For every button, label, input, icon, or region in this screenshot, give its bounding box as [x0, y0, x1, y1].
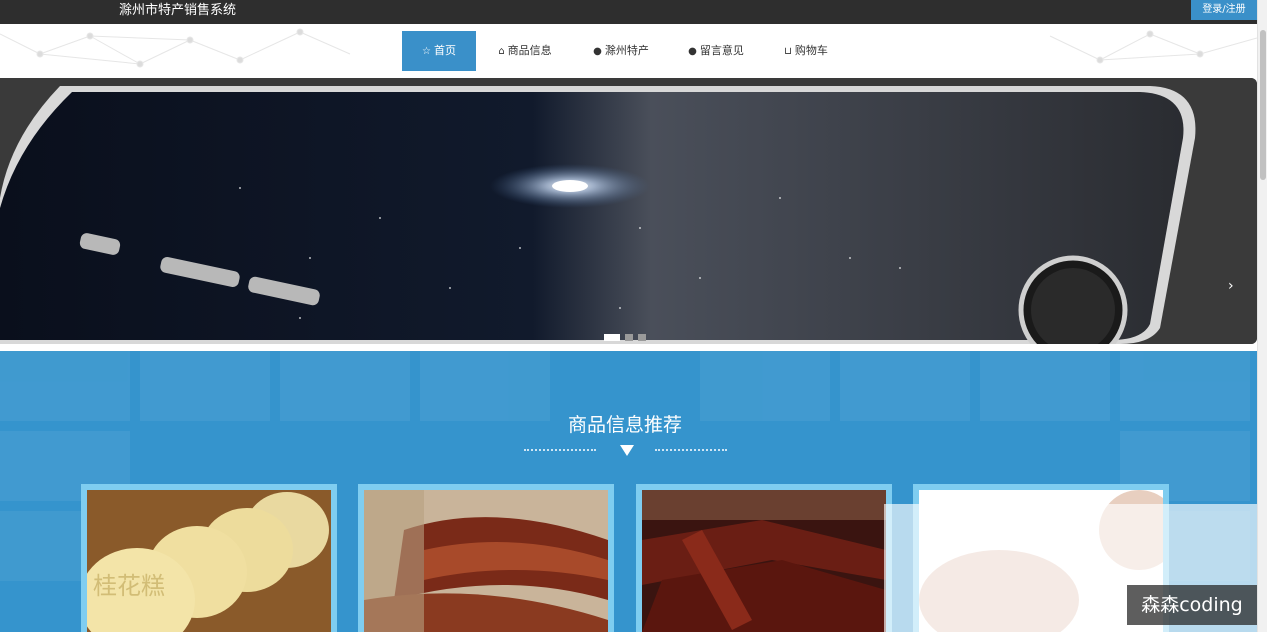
main-nav: ☆ 首页 ⌂ 商品信息 ● 滁州特产 ● 留言意见 ⊔ 购物车 — [0, 24, 1257, 78]
bag-icon: ⌂ — [498, 46, 505, 57]
product-image-dried-beef — [642, 490, 886, 632]
watermark: 森森coding — [1127, 585, 1257, 625]
carousel-dot-1[interactable] — [604, 334, 620, 341]
svg-text:桂花糕: 桂花糕 — [93, 572, 165, 600]
chevron-down-icon — [620, 445, 634, 456]
site-title: 滁州市特产销售系统 — [119, 3, 237, 18]
carousel-dot-2[interactable] — [625, 334, 633, 341]
scrollbar-thumb[interactable] — [1260, 30, 1266, 180]
product-image-osmanthus-cake: 桂花糕 — [87, 490, 331, 632]
star-icon: ☆ — [422, 46, 431, 57]
top-bar: 滁州市特产销售系统 登录/注册 — [0, 0, 1257, 24]
page-scrollbar[interactable] — [1257, 0, 1267, 632]
carousel-dot-3[interactable] — [638, 334, 646, 341]
product-image-roasted-duck — [364, 490, 608, 632]
nav-specialties[interactable]: ● 滁州特产 — [584, 31, 658, 71]
section-title: 商品信息推荐 — [567, 414, 682, 436]
login-register-button[interactable]: 登录/注册 — [1191, 0, 1257, 20]
info-icon: ● — [593, 46, 602, 57]
product-card[interactable]: 桂花糕 — [81, 484, 337, 632]
nav-home[interactable]: ☆ 首页 — [402, 31, 476, 71]
product-card[interactable] — [636, 484, 892, 632]
chevron-right-icon[interactable]: › — [1228, 278, 1234, 294]
banner-phone-image — [0, 78, 1257, 344]
divider-right — [655, 449, 727, 451]
nav-products[interactable]: ⌂ 商品信息 — [488, 31, 562, 71]
cart-icon: ⊔ — [784, 46, 792, 57]
question-icon: ● — [688, 46, 697, 57]
nav-feedback[interactable]: ● 留言意见 — [679, 31, 753, 71]
nav-cart[interactable]: ⊔ 购物车 — [774, 31, 838, 71]
divider-left — [524, 449, 596, 451]
product-card[interactable] — [358, 484, 614, 632]
banner-carousel[interactable]: › — [0, 78, 1257, 344]
